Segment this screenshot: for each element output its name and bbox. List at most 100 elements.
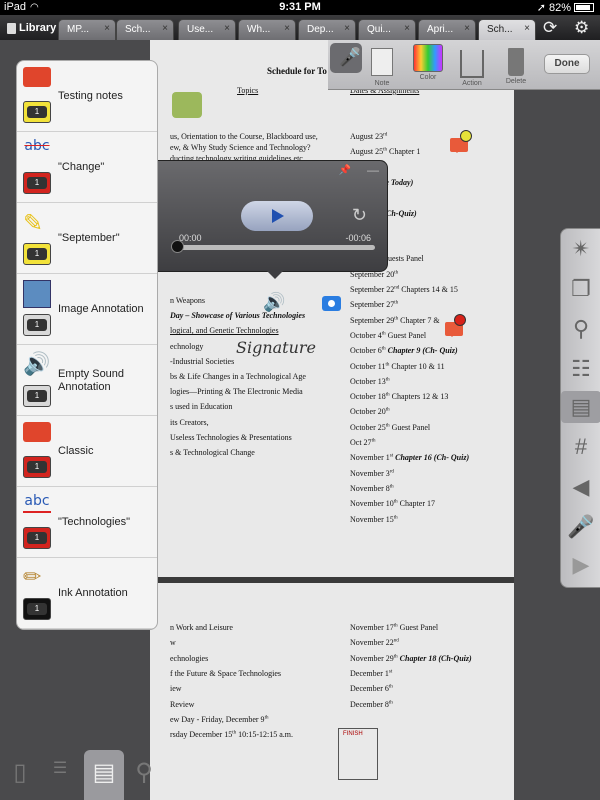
signature-ink[interactable]: Signature: [236, 338, 316, 357]
note-button[interactable]: Note: [360, 44, 404, 87]
date-line: October 18th Chapters 12 & 13: [350, 392, 449, 402]
list-icon[interactable]: ☷: [567, 353, 595, 385]
slider-thumb[interactable]: [171, 240, 184, 253]
action-button[interactable]: Action: [450, 44, 494, 87]
tab-close-icon[interactable]: ×: [524, 23, 530, 34]
outline-icon[interactable]: ☰: [46, 758, 74, 790]
yellow-dot-marker[interactable]: [460, 130, 472, 142]
battery-icon: [574, 3, 594, 12]
color-button[interactable]: Color: [406, 44, 450, 81]
grid-icon[interactable]: #: [567, 431, 595, 463]
tab-close-icon[interactable]: ×: [162, 23, 168, 34]
topic-line: logies—Printing & The Electronic Media: [170, 387, 303, 397]
document-tab[interactable]: MP... ×: [58, 19, 116, 40]
gear-icon[interactable]: ⚙: [574, 18, 589, 38]
tab-close-icon[interactable]: ×: [464, 23, 470, 34]
compass-icon[interactable]: ✴: [567, 233, 595, 265]
playback-slider[interactable]: [175, 245, 375, 250]
annotation-label: Ink Annotation: [58, 587, 128, 599]
annotation-list-item[interactable]: 1 Image Annotation: [17, 274, 157, 345]
count-badge: 1: [23, 243, 51, 265]
sync-icon[interactable]: ⟳: [543, 18, 557, 38]
tab-close-icon[interactable]: ×: [104, 23, 110, 34]
annotation-list-item[interactable]: 1 Testing notes: [17, 61, 157, 132]
document-page[interactable]: Schedule for To Topics Dates & Assignmen…: [150, 40, 514, 577]
annotation-label: Image Annotation: [58, 303, 144, 315]
microphone-icon[interactable]: 🎤: [567, 511, 595, 543]
document-tab[interactable]: Dep... ×: [298, 19, 356, 40]
underline-icon: abc: [23, 493, 51, 513]
annotation-toolbar: 🎤 Note Color Action Delete Done: [328, 40, 600, 90]
highlighter-icon: ✎: [23, 210, 44, 237]
right-tool-palette: ✴ ❐ ⚲ ☷ ▤ # ◀ 🎤 ▶: [560, 228, 600, 588]
finish-line-image: FINISH: [338, 728, 378, 780]
date-line: November 15th: [350, 514, 398, 524]
forward-arrow-icon[interactable]: ▶: [567, 549, 595, 581]
tab-close-icon[interactable]: ×: [344, 23, 350, 34]
annotation-label: Classic: [58, 445, 94, 457]
page-icon[interactable]: ▯: [6, 758, 34, 790]
done-button[interactable]: Done: [544, 54, 590, 74]
tab-close-icon[interactable]: ×: [224, 23, 230, 34]
document-tab[interactable]: Use... ×: [178, 19, 236, 40]
topic-line: echnology: [170, 341, 204, 351]
minimize-icon[interactable]: —: [367, 163, 379, 177]
tab-close-icon[interactable]: ×: [404, 23, 410, 34]
topic-line: echnologies: [170, 653, 209, 663]
date-line: November 29th Chapter 18 (Ch-Quiz): [350, 653, 472, 663]
battery-indicator: ➚ 82%: [537, 1, 594, 14]
date-line: December 1st: [350, 668, 393, 678]
topic-line: f the Future & Space Technologies: [170, 668, 282, 678]
tab-close-icon[interactable]: ×: [284, 23, 290, 34]
camera-icon[interactable]: [322, 296, 341, 311]
library-button[interactable]: Library: [3, 19, 60, 37]
count-badge: 1: [23, 314, 51, 336]
book-icon: [7, 22, 16, 34]
annotation-list-item[interactable]: 1 Classic: [17, 416, 157, 487]
delete-button[interactable]: Delete: [494, 44, 538, 85]
date-line: September 27th: [350, 300, 399, 310]
annotation-list-item[interactable]: abc 1 "Change": [17, 132, 157, 203]
annotation-label: Testing notes: [58, 90, 123, 102]
speaker-icon: 🔊: [23, 351, 51, 376]
date-line: December 8th: [350, 699, 393, 709]
annotation-label: "Change": [58, 161, 105, 173]
document-tab-active[interactable]: Sch... ×: [478, 19, 536, 40]
bottom-dock: ▯ ☰ ▤ ⚲: [0, 740, 160, 800]
annotations-icon[interactable]: ▤: [84, 750, 124, 800]
red-dot-marker[interactable]: [454, 314, 466, 326]
date-line: October 20th: [350, 407, 390, 417]
microphone-button[interactable]: 🎤: [330, 43, 362, 73]
search-icon[interactable]: ⚲: [130, 758, 158, 790]
status-bar: iPad ◠ 9:31 PM ➚ 82%: [0, 0, 600, 15]
date-line: October 25th Guest Panel: [350, 422, 431, 432]
date-line: November 17th Guest Panel: [350, 623, 439, 632]
pages-icon[interactable]: ❐: [567, 273, 595, 305]
date-line: December 6th: [350, 684, 393, 694]
speaker-icon[interactable]: 🔊: [263, 292, 285, 313]
document-page[interactable]: n Work and Leisure w echnologies f the Futu…: [150, 583, 514, 800]
document-tab[interactable]: Wh... ×: [238, 19, 296, 40]
document-tab[interactable]: Sch... ×: [116, 19, 174, 40]
magnifier-icon[interactable]: ⚲: [567, 313, 595, 345]
annotation-label: "September": [58, 232, 120, 244]
topic-line: ew, & Why Study Science and Technology?: [170, 143, 311, 152]
date-line: October 4th Guest Panel: [350, 330, 427, 340]
repeat-icon[interactable]: ↻: [352, 205, 367, 226]
play-button[interactable]: [241, 201, 313, 231]
pin-icon[interactable]: 📌: [339, 165, 351, 176]
annotation-list-item[interactable]: 🔊 1 Empty Sound Annotation: [17, 345, 157, 416]
clock: 9:31 PM: [279, 1, 321, 13]
back-arrow-icon[interactable]: ◀: [567, 471, 595, 503]
count-badge: 1: [23, 527, 51, 549]
document-tab[interactable]: Apri... ×: [418, 19, 476, 40]
annotation-list-item[interactable]: abc 1 "Technologies": [17, 487, 157, 558]
comment-icon[interactable]: ▤: [561, 391, 600, 423]
date-line: Oct 27th: [350, 438, 376, 447]
document-tab[interactable]: Qui... ×: [358, 19, 416, 40]
annotation-list-item[interactable]: ✎ 1 "September": [17, 203, 157, 274]
date-line: September 29th Chapter 7 &: [350, 315, 440, 325]
date-line: October 13th: [350, 376, 390, 386]
date-line: November 22nd: [350, 638, 399, 648]
annotation-list-item[interactable]: ✏ 1 Ink Annotation: [17, 558, 157, 629]
